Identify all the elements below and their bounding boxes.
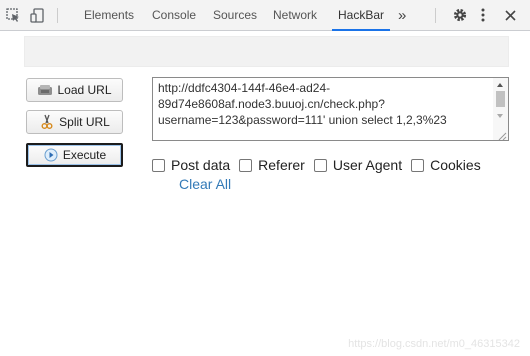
clear-all-link[interactable]: Clear All bbox=[179, 176, 231, 192]
execute-label: Execute bbox=[62, 148, 107, 162]
option-user-agent[interactable]: User Agent bbox=[313, 157, 403, 173]
more-tabs-button[interactable]: » bbox=[398, 0, 406, 31]
option-post-data[interactable]: Post data bbox=[152, 157, 230, 173]
play-icon bbox=[43, 148, 59, 162]
url-line: 89d74e8608af.node3.buuoj.cn/check.php? bbox=[158, 97, 385, 111]
tab-network[interactable]: Network bbox=[273, 0, 317, 31]
url-line: username=123&password=111' union select … bbox=[158, 113, 447, 127]
scroll-up-arrow-icon[interactable] bbox=[497, 83, 503, 87]
device-toggle-icon[interactable] bbox=[27, 5, 47, 25]
inspect-element-icon[interactable] bbox=[3, 5, 23, 25]
hackbar-top-strip bbox=[24, 36, 509, 67]
option-label: User Agent bbox=[332, 157, 403, 173]
split-url-button[interactable]: Split URL bbox=[26, 110, 123, 134]
tab-console[interactable]: Console bbox=[152, 0, 196, 31]
tab-sources[interactable]: Sources bbox=[213, 0, 257, 31]
option-label: Post data bbox=[171, 157, 231, 173]
options-row: Post data Referer User Agent Cookies bbox=[152, 156, 490, 174]
post-data-checkbox[interactable] bbox=[152, 158, 165, 172]
toolbar-divider bbox=[435, 8, 436, 23]
split-url-label: Split URL bbox=[59, 115, 110, 129]
scroll-down-arrow-icon[interactable] bbox=[497, 114, 503, 118]
kebab-menu-icon[interactable] bbox=[473, 5, 493, 25]
user-agent-checkbox[interactable] bbox=[313, 158, 327, 172]
close-icon[interactable] bbox=[500, 5, 520, 25]
cookies-checkbox[interactable] bbox=[411, 158, 425, 172]
execute-button[interactable]: Execute bbox=[26, 143, 123, 167]
load-url-button[interactable]: Load URL bbox=[26, 78, 123, 102]
url-line: http://ddfc4304-144f-46e4-ad24- bbox=[158, 81, 331, 95]
watermark: https://blog.csdn.net/m0_46315342 bbox=[348, 338, 520, 350]
scissors-icon bbox=[39, 114, 55, 129]
url-textarea[interactable]: http://ddfc4304-144f-46e4-ad24- 89d74e86… bbox=[152, 77, 509, 141]
devtools-window: Elements Console Sources Network HackBar… bbox=[0, 0, 530, 356]
toolbar-divider bbox=[57, 8, 58, 23]
referer-checkbox[interactable] bbox=[239, 158, 253, 172]
load-url-icon bbox=[37, 83, 53, 97]
option-label: Referer bbox=[258, 157, 305, 173]
devtools-toolbar: Elements Console Sources Network HackBar… bbox=[0, 0, 530, 31]
option-referer[interactable]: Referer bbox=[239, 157, 305, 173]
scroll-thumb[interactable] bbox=[496, 91, 505, 107]
tab-hackbar[interactable]: HackBar bbox=[331, 0, 391, 31]
resize-grip-icon[interactable] bbox=[497, 129, 507, 140]
load-url-label: Load URL bbox=[57, 83, 112, 97]
gear-icon[interactable] bbox=[450, 5, 470, 25]
option-label: Cookies bbox=[430, 157, 481, 173]
tab-elements[interactable]: Elements bbox=[84, 0, 134, 31]
option-cookies[interactable]: Cookies bbox=[411, 157, 481, 173]
